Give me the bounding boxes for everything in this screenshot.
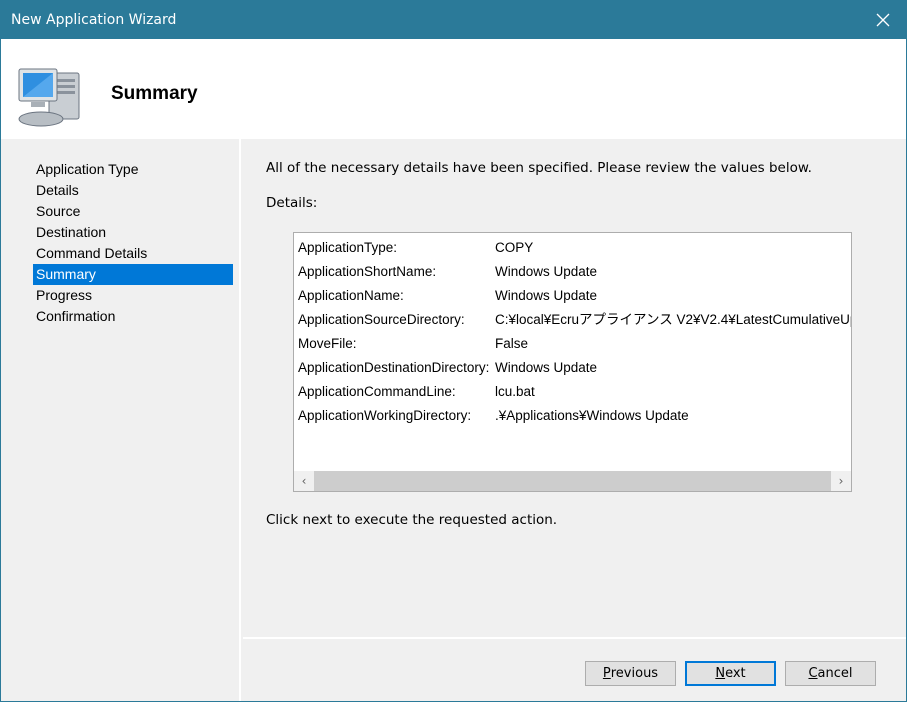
detail-row: ApplicationCommandLine: lcu.bat — [298, 380, 851, 404]
details-textbox[interactable]: ApplicationType: COPY ApplicationShortNa… — [293, 232, 852, 492]
scrollbar-thumb[interactable] — [314, 471, 831, 491]
nav-step-confirmation: Confirmation — [36, 308, 116, 324]
nav-step-details: Details — [36, 182, 79, 198]
nav-step-summary: Summary — [33, 264, 233, 285]
detail-row: ApplicationWorkingDirectory: .¥Applicati… — [298, 404, 851, 428]
previous-label: revious — [610, 666, 659, 681]
detail-value: False — [495, 336, 529, 351]
nav-step-application-type: Application Type — [36, 161, 139, 177]
wizard-window: New Application Wizard Summary Applicati… — [0, 0, 907, 702]
nav-step-source: Source — [36, 203, 81, 219]
detail-key: ApplicationSourceDirectory: — [298, 312, 465, 327]
wizard-header: Summary — [1, 39, 906, 139]
chevron-left-icon[interactable]: ‹ — [294, 471, 314, 491]
scrollbar-track[interactable] — [314, 471, 831, 491]
title-bar[interactable]: New Application Wizard — [1, 1, 906, 39]
button-bar: Previous Next Cancel — [243, 639, 906, 701]
details-list: ApplicationType: COPY ApplicationShortNa… — [298, 236, 852, 428]
detail-key: ApplicationCommandLine: — [298, 384, 456, 399]
detail-key: ApplicationName: — [298, 288, 404, 303]
detail-value: COPY — [495, 240, 534, 255]
detail-value: C:¥local¥Ecruアプライアンス V2¥V2.4¥LatestCumul… — [495, 312, 852, 327]
page-title: Summary — [111, 83, 198, 104]
detail-key: ApplicationWorkingDirectory: — [298, 408, 472, 423]
detail-row: MoveFile: False — [298, 332, 851, 356]
computer-icon — [17, 67, 83, 133]
nav-step-destination: Destination — [36, 224, 107, 240]
summary-content: All of the necessary details have been s… — [243, 139, 906, 637]
previous-button[interactable]: Previous — [585, 661, 676, 686]
detail-key: ApplicationDestinationDirectory: — [298, 360, 490, 375]
detail-row: ApplicationName: Windows Update — [298, 284, 851, 308]
chevron-right-icon[interactable]: › — [831, 471, 851, 491]
nav-step-command-details: Command Details — [36, 245, 148, 261]
next-hint-text: Click next to execute the requested acti… — [266, 512, 558, 528]
detail-row: ApplicationSourceDirectory: C:¥local¥Ecr… — [298, 308, 852, 332]
window-title: New Application Wizard — [11, 12, 177, 28]
close-icon[interactable] — [860, 1, 906, 39]
wizard-steps-nav: Application Type Details Source Destinat… — [1, 139, 241, 701]
detail-row: ApplicationDestinationDirectory: Windows… — [298, 356, 851, 380]
next-mnemonic: N — [715, 666, 726, 681]
next-label: ext — [725, 666, 746, 681]
detail-key: ApplicationShortName: — [298, 264, 437, 279]
detail-value: Windows Update — [495, 288, 598, 303]
detail-key: ApplicationType: — [298, 240, 398, 255]
next-button[interactable]: Next — [685, 661, 776, 686]
details-label: Details: — [266, 195, 318, 211]
detail-value: lcu.bat — [495, 384, 535, 399]
detail-row: ApplicationShortName: Windows Update — [298, 260, 851, 284]
previous-mnemonic: P — [602, 666, 611, 681]
intro-text: All of the necessary details have been s… — [266, 160, 812, 176]
cancel-button[interactable]: Cancel — [785, 661, 876, 686]
detail-value: Windows Update — [495, 264, 598, 279]
horizontal-scrollbar[interactable]: ‹ › — [294, 471, 851, 491]
cancel-mnemonic: C — [808, 666, 818, 681]
detail-key: MoveFile: — [298, 336, 357, 351]
detail-value: .¥Applications¥Windows Update — [495, 408, 689, 423]
detail-value: Windows Update — [495, 360, 598, 375]
nav-step-progress: Progress — [36, 287, 93, 303]
detail-row: ApplicationType: COPY — [298, 236, 851, 260]
cancel-label: ancel — [817, 666, 853, 681]
